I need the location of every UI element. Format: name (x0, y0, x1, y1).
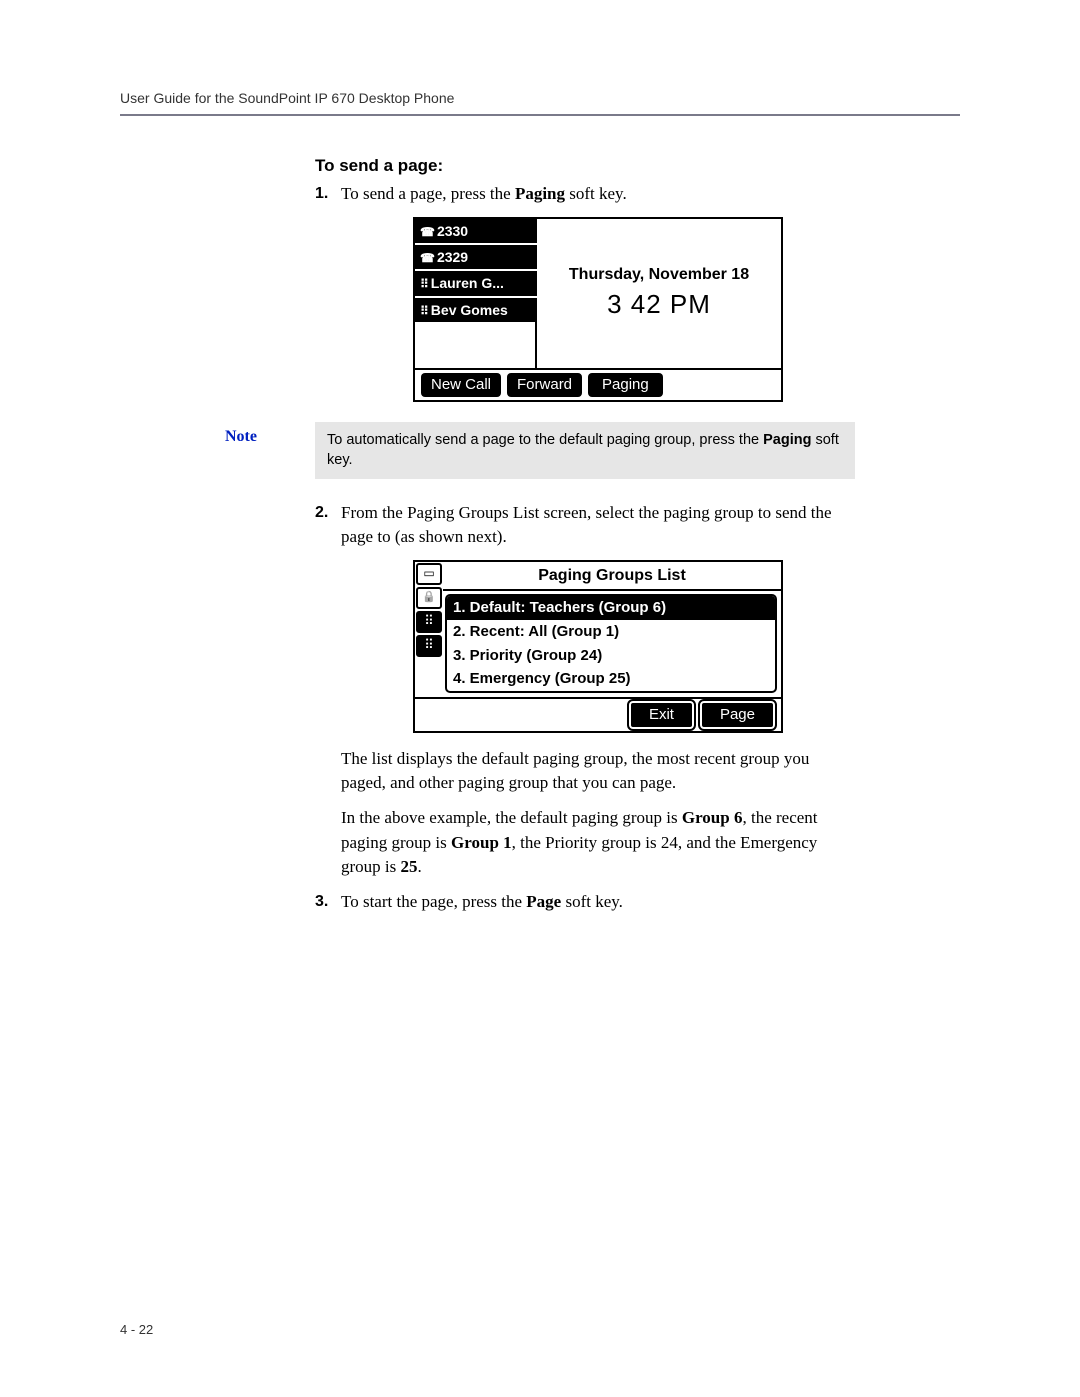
line-3-label: Lauren G... (431, 273, 504, 293)
phone-screen-paging-list: Paging Groups List 1. Default: Teachers … (413, 560, 783, 733)
line-key-2[interactable]: 2329 (415, 245, 537, 271)
contact-icon (420, 273, 431, 293)
paging-list: 1. Default: Teachers (Group 6) 2. Recent… (445, 594, 777, 693)
section-title: To send a page: (315, 156, 855, 176)
line-4-label: Bev Gomes (431, 300, 508, 320)
home-time: 3 42 PM (607, 286, 711, 324)
step3-post: soft key. (561, 892, 623, 911)
line-key-4[interactable]: Bev Gomes (415, 298, 537, 322)
ex-b2: Group 1 (451, 833, 512, 852)
softkey-forward[interactable]: Forward (507, 373, 582, 397)
note-text-pre: To automatically send a page to the defa… (327, 432, 763, 448)
step2-text: From the Paging Groups List screen, sele… (341, 503, 832, 547)
line-2-label: 2329 (437, 247, 468, 267)
para-list-desc: The list displays the default paging gro… (341, 747, 855, 796)
paging-item-default[interactable]: 1. Default: Teachers (Group 6) (447, 596, 775, 620)
paging-item-priority[interactable]: 3. Priority (Group 24) (447, 644, 775, 668)
ex-t1: In the above example, the default paging… (341, 808, 682, 827)
line-1-label: 2330 (437, 221, 468, 241)
line-key-3[interactable]: Lauren G... (415, 271, 537, 297)
contact-icon (420, 300, 431, 320)
step1-text: To send a page, press the (341, 184, 515, 203)
step3-pre: To start the page, press the (341, 892, 526, 911)
step-1: To send a page, press the Paging soft ke… (315, 182, 855, 402)
softkey-paging[interactable]: Paging (588, 373, 663, 397)
step-3: To start the page, press the Page soft k… (315, 890, 855, 915)
home-date: Thursday, November 18 (569, 263, 749, 286)
phone-screen-home: 2330 2329 Lauren G... Bev Gomes Thursday… (413, 217, 783, 402)
grid-icon (416, 611, 442, 633)
para-example: In the above example, the default paging… (341, 806, 855, 880)
softkey-exit[interactable]: Exit (629, 701, 694, 729)
step-2: From the Paging Groups List screen, sele… (315, 501, 855, 880)
phone-icon (420, 247, 437, 267)
paging-item-recent[interactable]: 2. Recent: All (Group 1) (447, 620, 775, 644)
ex-t4: . (418, 857, 422, 876)
ex-b1: Group 6 (682, 808, 743, 827)
paging-item-emergency[interactable]: 4. Emergency (Group 25) (447, 667, 775, 691)
page-number: 4 - 22 (120, 1322, 153, 1337)
note-label: Note (225, 422, 315, 479)
note-text-bold: Paging (763, 432, 811, 448)
note-callout: Note To automatically send a page to the… (225, 422, 855, 479)
step3-bold: Page (526, 892, 561, 911)
page-header: User Guide for the SoundPoint IP 670 Des… (120, 90, 960, 116)
grid-icon (416, 635, 442, 657)
step1-bold: Paging (515, 184, 565, 203)
paging-list-title: Paging Groups List (443, 562, 781, 591)
line-key-1[interactable]: 2330 (415, 219, 537, 245)
folder-icon (416, 563, 442, 585)
note-body: To automatically send a page to the defa… (315, 422, 855, 479)
step1-post: soft key. (565, 184, 627, 203)
phone-icon (420, 221, 437, 241)
ex-b3: 25 (401, 857, 418, 876)
softkey-page[interactable]: Page (700, 701, 775, 729)
softkey-new-call[interactable]: New Call (421, 373, 501, 397)
lock-icon (416, 587, 442, 609)
